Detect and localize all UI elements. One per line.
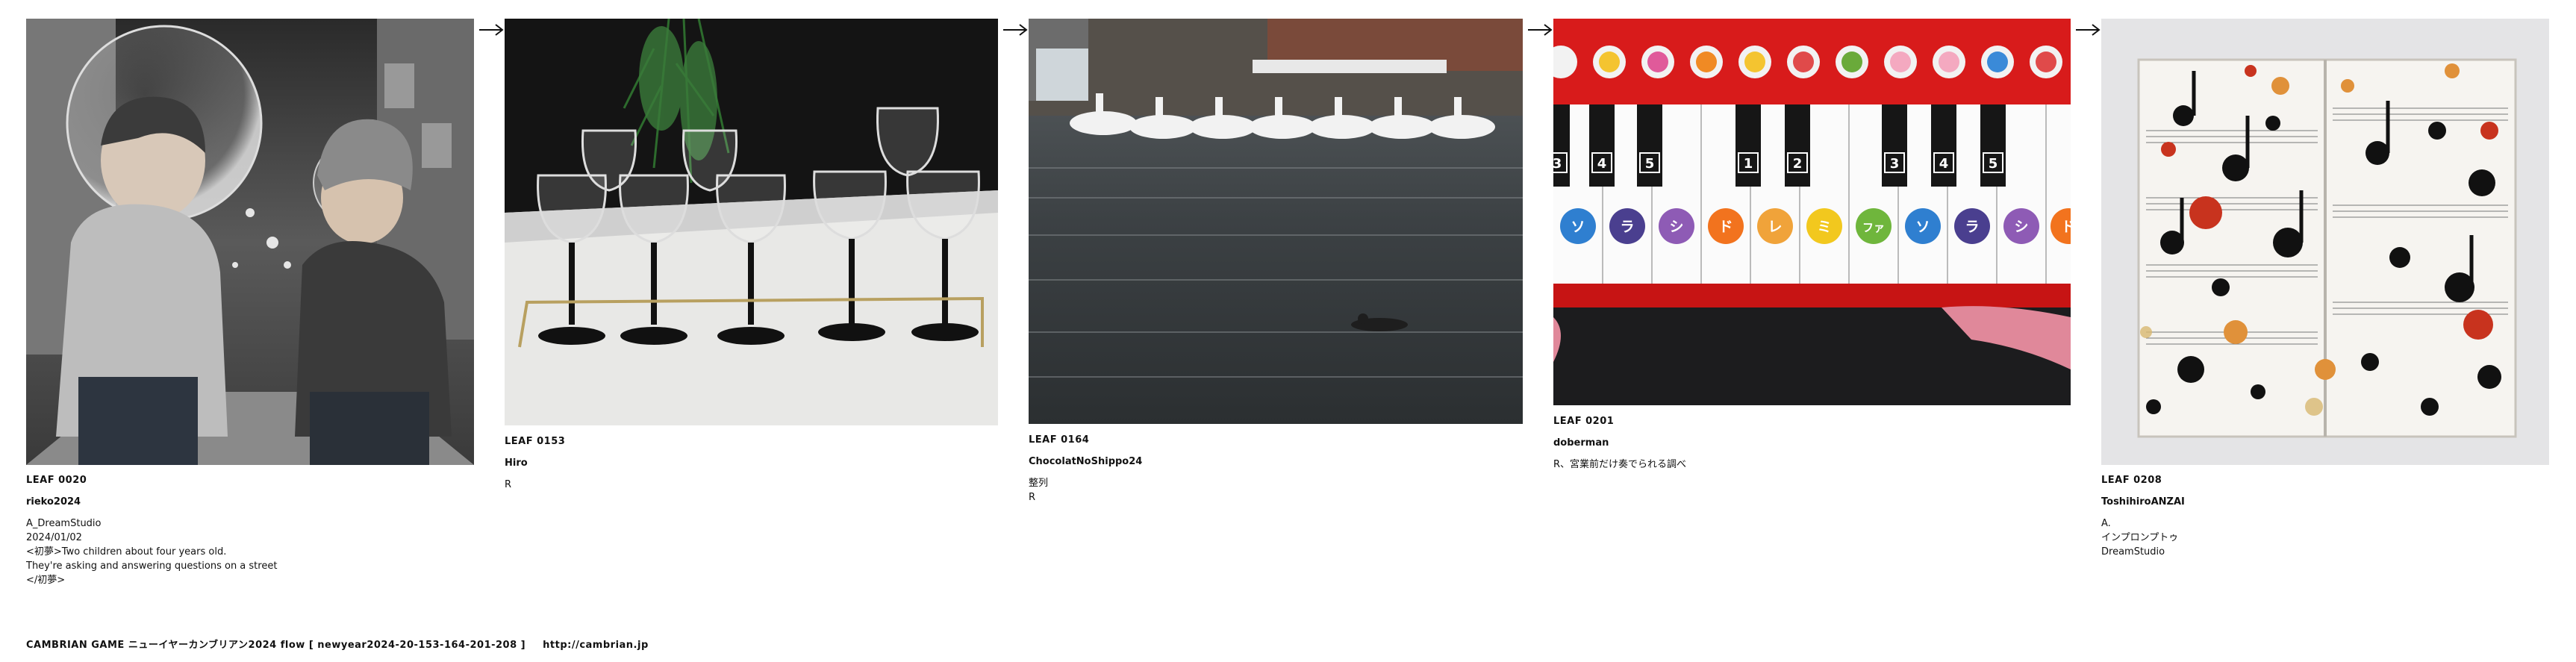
leaf-image-0164[interactable]	[1029, 19, 1523, 424]
leaf-id[interactable]: LEAF 0201	[1553, 414, 1686, 428]
leaf-image-0201[interactable]: 3 4 5 1 2 3 4 5 ソ ラ シ ド レ ミ ファ ソ ラ シ ド	[1553, 19, 2071, 405]
key-number: 5	[1989, 156, 1998, 172]
key-number: 3	[1553, 156, 1562, 172]
key-number: 4	[1597, 156, 1607, 172]
desc-line: A_DreamStudio	[26, 518, 102, 529]
footer-site-link[interactable]: http://cambrian.jp	[543, 640, 649, 651]
flow-arrow-icon	[1003, 24, 1028, 36]
flow-arrow-icon	[479, 24, 504, 36]
leaf-description: R、宮業前だけ奏でられる調べ	[1553, 458, 1686, 472]
key-note: ラ	[1965, 219, 1979, 235]
children-bubble-photo	[26, 19, 474, 465]
key-note: ソ	[1915, 219, 1930, 235]
wine-glasses-photo	[505, 19, 998, 425]
leaf-description: R	[505, 478, 565, 492]
swan-boats-photo	[1029, 19, 1523, 424]
leaf-id[interactable]: LEAF 0208	[2101, 473, 2185, 487]
leaf-image-0153[interactable]	[505, 19, 998, 425]
page-footer: CAMBRIAN GAME ニューイヤーカンブリアン2024 flow [ ne…	[26, 638, 649, 652]
key-note: ソ	[1571, 219, 1585, 235]
desc-line: インプロンプトゥ	[2101, 532, 2179, 543]
desc-line: They're asking and answering questions o…	[26, 560, 278, 572]
desc-line: R	[1029, 492, 1036, 503]
key-number: 4	[1939, 156, 1949, 172]
key-note: レ	[1768, 219, 1782, 235]
leaf-id[interactable]: LEAF 0153	[505, 434, 565, 449]
desc-line: DreamStudio	[2101, 546, 2165, 558]
leaf-description: A_DreamStudio 2024/01/02 <初夢>Two childre…	[26, 516, 277, 587]
leaf-image-0020[interactable]	[26, 19, 474, 465]
key-note: シ	[1669, 219, 1683, 235]
leaf-meta-0208: LEAF 0208 ToshihiroANZAI A. インプロンプトゥ Dre…	[2101, 473, 2185, 559]
leaf-author[interactable]: Hiro	[505, 456, 565, 470]
desc-line: </初夢>	[26, 575, 66, 586]
leaf-meta-0020: LEAF 0020 rieko2024 A_DreamStudio 2024/0…	[26, 473, 277, 587]
key-number: 3	[1890, 156, 1900, 172]
toy-keyboard-photo: 3 4 5 1 2 3 4 5 ソ ラ シ ド レ ミ ファ ソ ラ シ ド	[1553, 19, 2071, 405]
flow-arrow-icon	[2076, 24, 2101, 36]
desc-line: 整列	[1029, 478, 1049, 489]
key-number: 1	[1744, 156, 1753, 172]
leaf-description: A. インプロンプトゥ DreamStudio	[2101, 516, 2185, 559]
key-note: ド	[2061, 219, 2071, 235]
key-note: ラ	[1620, 219, 1634, 235]
key-number: 2	[1793, 156, 1803, 172]
desc-line: R、宮業前だけ奏でられる調べ	[1553, 459, 1687, 470]
leaf-author[interactable]: doberman	[1553, 436, 1686, 450]
flow-arrow-icon	[1528, 24, 1553, 36]
key-note: ミ	[1817, 219, 1831, 235]
leaf-author[interactable]: ChocolatNoShippo24	[1029, 455, 1142, 469]
desc-line: R	[505, 479, 512, 490]
leaf-meta-0153: LEAF 0153 Hiro R	[505, 434, 565, 492]
leaf-author[interactable]: rieko2024	[26, 495, 277, 509]
key-note: シ	[2014, 219, 2028, 235]
key-note: ド	[1718, 219, 1733, 235]
leaf-description: 整列 R	[1029, 476, 1142, 505]
leaf-meta-0201: LEAF 0201 doberman R、宮業前だけ奏でられる調べ	[1553, 414, 1686, 472]
leaf-image-0208[interactable]	[2101, 19, 2549, 465]
leaf-id[interactable]: LEAF 0020	[26, 473, 277, 487]
splattered-sheet-music-photo	[2101, 19, 2549, 465]
key-note: ファ	[1862, 221, 1885, 234]
footer-flow-text: CAMBRIAN GAME ニューイヤーカンブリアン2024 flow [ ne…	[26, 640, 526, 651]
desc-line: A.	[2101, 518, 2111, 529]
desc-line: <初夢>Two children about four years old.	[26, 546, 227, 558]
desc-line: 2024/01/02	[26, 532, 82, 543]
key-number: 5	[1645, 156, 1655, 172]
leaf-meta-0164: LEAF 0164 ChocolatNoShippo24 整列 R	[1029, 433, 1142, 505]
leaf-id[interactable]: LEAF 0164	[1029, 433, 1142, 447]
leaf-author[interactable]: ToshihiroANZAI	[2101, 495, 2185, 509]
